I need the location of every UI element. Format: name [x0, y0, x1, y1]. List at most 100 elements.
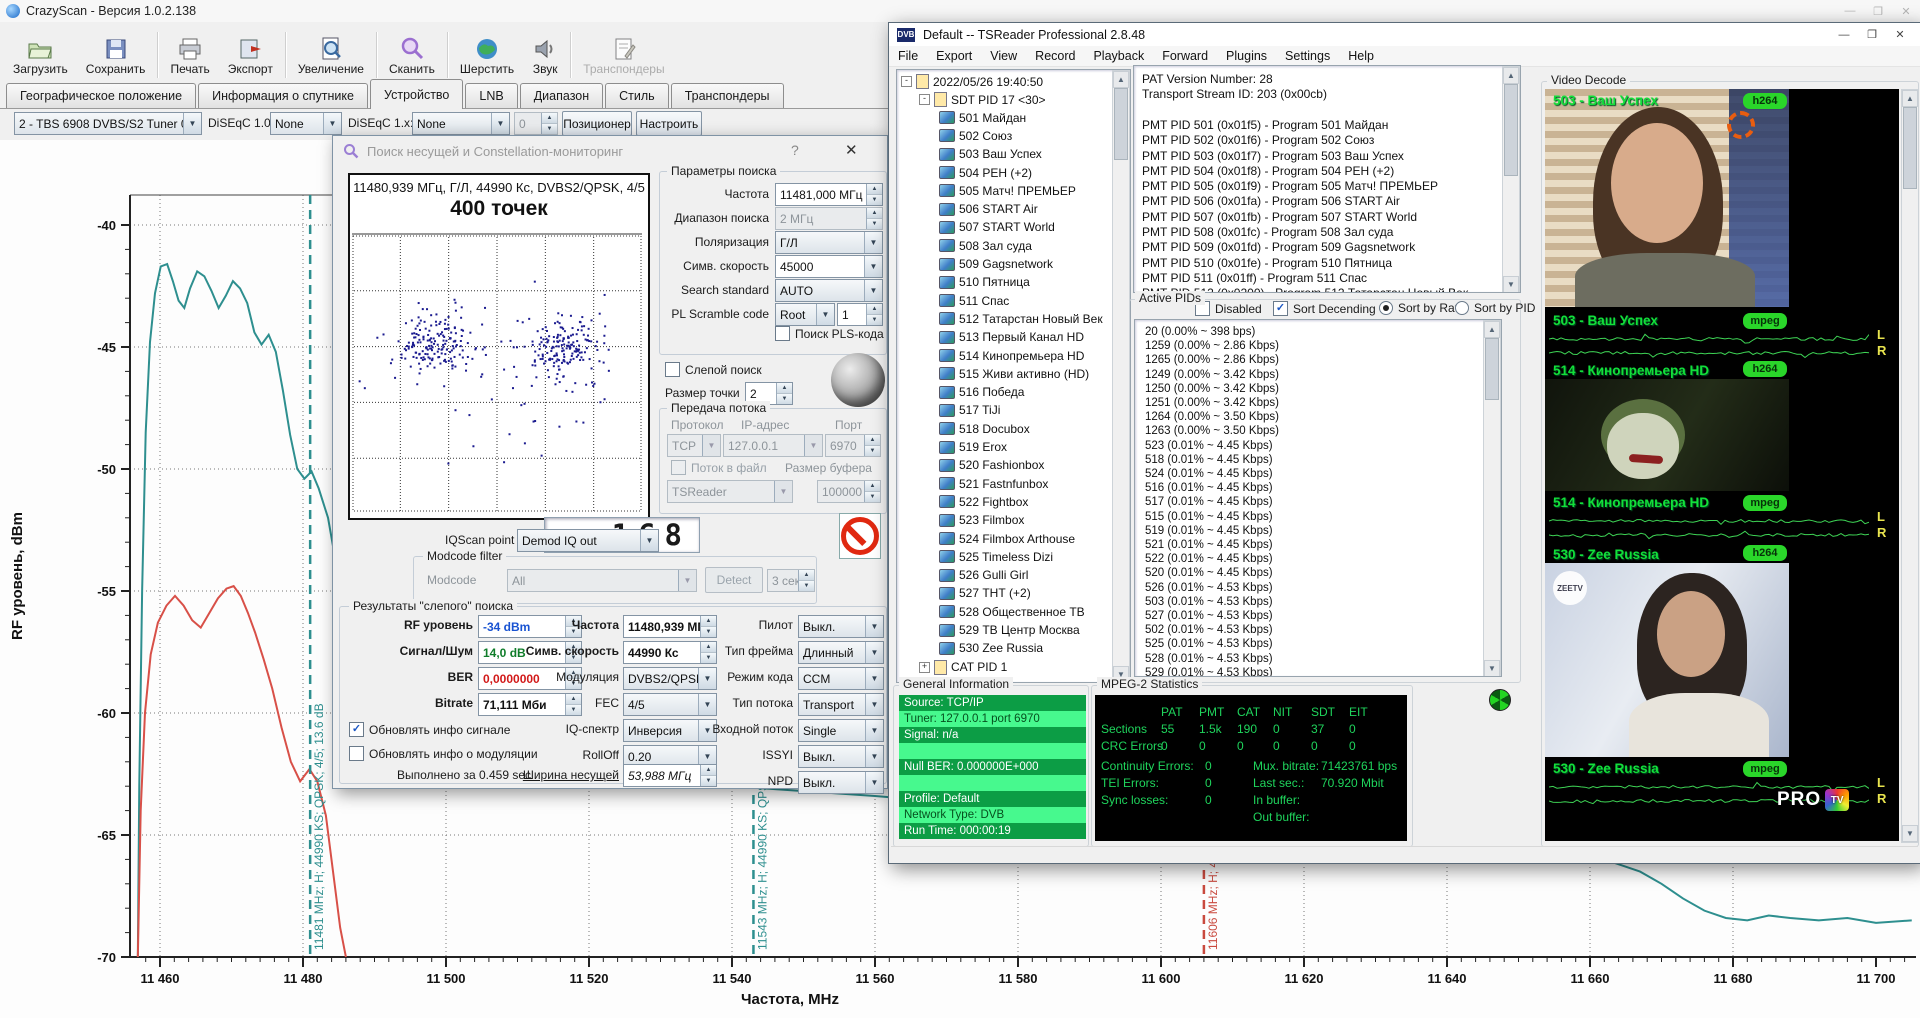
tree-item-channel-519[interactable]: 519 Erox [939, 440, 1007, 454]
pid-row[interactable]: 515 (0.01% ~ 4.45 Kbps) [1145, 511, 1273, 523]
tree-item-channel-505[interactable]: 505 Матч! ПРЕМЬЕР [939, 184, 1076, 198]
tab-LNB[interactable]: LNB [465, 83, 517, 108]
tuner-select[interactable]: 2 - TBS 6908 DVBS/S2 Tuner 0▼ [14, 112, 202, 135]
stepper-field[interactable]: 1▲▼ [837, 303, 883, 326]
close-icon[interactable]: ✕ [1892, 2, 1920, 20]
tab-Стиль[interactable]: Стиль [605, 83, 669, 108]
toolbar-button-Загрузить[interactable]: Загрузить [4, 24, 77, 78]
close-icon[interactable]: ✕ [845, 141, 858, 159]
tree-item-channel-504[interactable]: 504 РЕН (+2) [939, 166, 1032, 180]
scroll-up-icon[interactable]: ▲ [1113, 71, 1129, 88]
pid-row[interactable]: 1265 (0.00% ~ 2.86 Kbps) [1145, 354, 1279, 366]
tree-item-channel-511[interactable]: 511 Спас [939, 294, 1009, 308]
menu-File[interactable]: File [889, 49, 927, 63]
scroll-down-icon[interactable]: ▼ [1902, 825, 1918, 842]
tree-item-channel-523[interactable]: 523 Filmbox [939, 513, 1024, 527]
tree-item-channel-516[interactable]: 516 Победа [939, 385, 1024, 399]
dropdown[interactable]: Root▼ [775, 303, 835, 326]
dropdown[interactable]: Выкл.▼ [798, 771, 884, 794]
pid-row[interactable]: 517 (0.01% ~ 4.45 Kbps) [1145, 496, 1273, 508]
tree-item-channel-529[interactable]: 529 ТВ Центр Москва [939, 623, 1080, 637]
stop-button[interactable] [839, 513, 881, 559]
pid-row[interactable]: 1251 (0.00% ~ 3.42 Kbps) [1145, 397, 1279, 409]
dropdown[interactable]: Выкл.▼ [798, 745, 884, 768]
pid-row[interactable]: 522 (0.01% ~ 4.45 Kbps) [1145, 553, 1273, 565]
diseqc1x-select[interactable]: None▼ [412, 112, 510, 135]
stepper-field[interactable]: 11481,000 МГц▲▼ [775, 183, 883, 206]
tree-item-channel-520[interactable]: 520 Fashionbox [939, 458, 1044, 472]
scroll-up-icon[interactable]: ▲ [1503, 67, 1519, 84]
tab-Географическое положение[interactable]: Географическое положение [6, 83, 196, 108]
update-signal-info-checkbox[interactable]: ✓ Обновлять инфо сигнале [349, 722, 510, 737]
expand-icon[interactable]: + [919, 662, 930, 673]
menu-Export[interactable]: Export [927, 49, 981, 63]
pid-row[interactable]: 1250 (0.00% ~ 3.42 Kbps) [1145, 383, 1279, 395]
scroll-down-icon[interactable]: ▼ [1484, 660, 1500, 677]
tree-scrollbar[interactable]: ▲ ▼ [1112, 70, 1130, 683]
pid-row[interactable]: 523 (0.01% ~ 4.45 Kbps) [1145, 440, 1273, 452]
dropdown[interactable]: Г/Л▼ [775, 231, 883, 254]
iqscan-select[interactable]: Demod IQ out▼ [517, 529, 659, 552]
dropdown[interactable]: Выкл.▼ [798, 615, 884, 638]
toolbar-button-Увеличение[interactable]: Увеличение [289, 24, 373, 78]
menu-Plugins[interactable]: Plugins [1217, 49, 1276, 63]
tree-item-channel-521[interactable]: 521 Fastnfunbox [939, 477, 1048, 491]
collapse-icon[interactable]: - [901, 76, 912, 87]
dropdown[interactable]: AUTO▼ [775, 279, 883, 302]
tree-item-channel-510[interactable]: 510 Пятница [939, 275, 1030, 289]
tree-item-cat[interactable]: +CAT PID 1 [919, 660, 1007, 675]
tree-item-channel-530[interactable]: 530 Zee Russia [939, 641, 1043, 655]
minimize-icon[interactable]: — [1830, 26, 1858, 44]
sort-descending-checkbox[interactable]: ✓ Sort Decending [1273, 301, 1376, 316]
tree-item-channel-517[interactable]: 517 TiJi [939, 403, 1000, 417]
close-icon[interactable]: ✕ [1886, 26, 1914, 44]
sort-by-pid-radio[interactable]: Sort by PID [1455, 301, 1535, 315]
tree-item-channel-527[interactable]: 527 ТНТ (+2) [939, 586, 1031, 600]
tree-item-channel-522[interactable]: 522 Fightbox [939, 495, 1028, 509]
toolbar-button-Звук[interactable]: Звук [523, 24, 567, 78]
tree-item-channel-528[interactable]: 528 Общественное ТВ [939, 605, 1085, 619]
pid-row[interactable]: 521 (0.01% ~ 4.45 Kbps) [1145, 539, 1273, 551]
tree-item-channel-525[interactable]: 525 Timeless Dizi [939, 550, 1053, 564]
carrier-width-field[interactable]: 53,988 МГц ▲▼ [623, 764, 717, 787]
update-modulation-info-checkbox[interactable]: Обновлять инфо о модуляции [349, 746, 538, 761]
tree-item-channel-509[interactable]: 509 Gagsnetwork [939, 257, 1053, 271]
pid-row[interactable]: 1263 (0.00% ~ 3.50 Kbps) [1145, 425, 1279, 437]
pid-row[interactable]: 1249 (0.00% ~ 3.42 Kbps) [1145, 369, 1279, 381]
tree-item-channel-512[interactable]: 512 Татарстан Новый Век [939, 312, 1103, 326]
scrollbar-thumb[interactable] [1504, 84, 1518, 176]
pid-row[interactable]: 518 (0.01% ~ 4.45 Kbps) [1145, 454, 1273, 466]
pid-row[interactable]: 526 (0.01% ~ 4.53 Kbps) [1145, 582, 1273, 594]
tree-item-channel-507[interactable]: 507 START World [939, 220, 1055, 234]
dropdown[interactable]: Длинный▼ [798, 641, 884, 664]
menu-Record[interactable]: Record [1026, 49, 1084, 63]
tree-item-root[interactable]: -2022/05/26 19:40:50 [901, 74, 1043, 89]
help-icon[interactable]: ? [791, 142, 799, 158]
pids-scrollbar[interactable]: ▲ ▼ [1483, 320, 1501, 677]
toolbar-button-Сканить[interactable]: Сканить [380, 24, 444, 78]
maximize-icon[interactable]: ❐ [1858, 26, 1886, 44]
dropdown[interactable]: CCM▼ [798, 667, 884, 690]
tab-Информация о спутнике[interactable]: Информация о спутнике [198, 83, 368, 108]
sort-by-rate-radio[interactable]: Sort by Rate [1379, 301, 1465, 315]
pid-row[interactable]: 520 (0.01% ~ 4.45 Kbps) [1145, 567, 1273, 579]
tab-Диапазон[interactable]: Диапазон [520, 83, 603, 108]
menu-View[interactable]: View [981, 49, 1026, 63]
video-thumbnail[interactable] [1545, 379, 1789, 491]
menu-Forward[interactable]: Forward [1153, 49, 1217, 63]
pid-row[interactable]: 503 (0.01% ~ 4.53 Kbps) [1145, 596, 1273, 608]
configure-button[interactable]: Настроить [636, 111, 702, 136]
pid-row[interactable]: 525 (0.01% ~ 4.53 Kbps) [1145, 638, 1273, 650]
pid-row[interactable]: 1264 (0.00% ~ 3.50 Kbps) [1145, 411, 1279, 423]
dropdown[interactable]: Transport▼ [798, 693, 884, 716]
toolbar-button-Печать[interactable]: Печать [161, 24, 218, 78]
pid-row[interactable]: 527 (0.01% ~ 4.53 Kbps) [1145, 610, 1273, 622]
pid-row[interactable]: 20 (0.00% ~ 398 bps) [1145, 326, 1255, 338]
tree-item-channel-526[interactable]: 526 Gulli Girl [939, 568, 1028, 582]
tree-item-channel-503[interactable]: 503 Ваш Успех [939, 147, 1042, 161]
stepper-field[interactable]: 45000▼ [775, 255, 883, 278]
toolbar-button-Экспорт[interactable]: Экспорт [219, 24, 282, 78]
pid-row[interactable]: 528 (0.01% ~ 4.53 Kbps) [1145, 653, 1273, 665]
carrier-width-link[interactable]: Ширина несущей [501, 768, 619, 782]
pid-row[interactable]: 529 (0.01% ~ 4.53 Kbps) [1145, 667, 1273, 677]
